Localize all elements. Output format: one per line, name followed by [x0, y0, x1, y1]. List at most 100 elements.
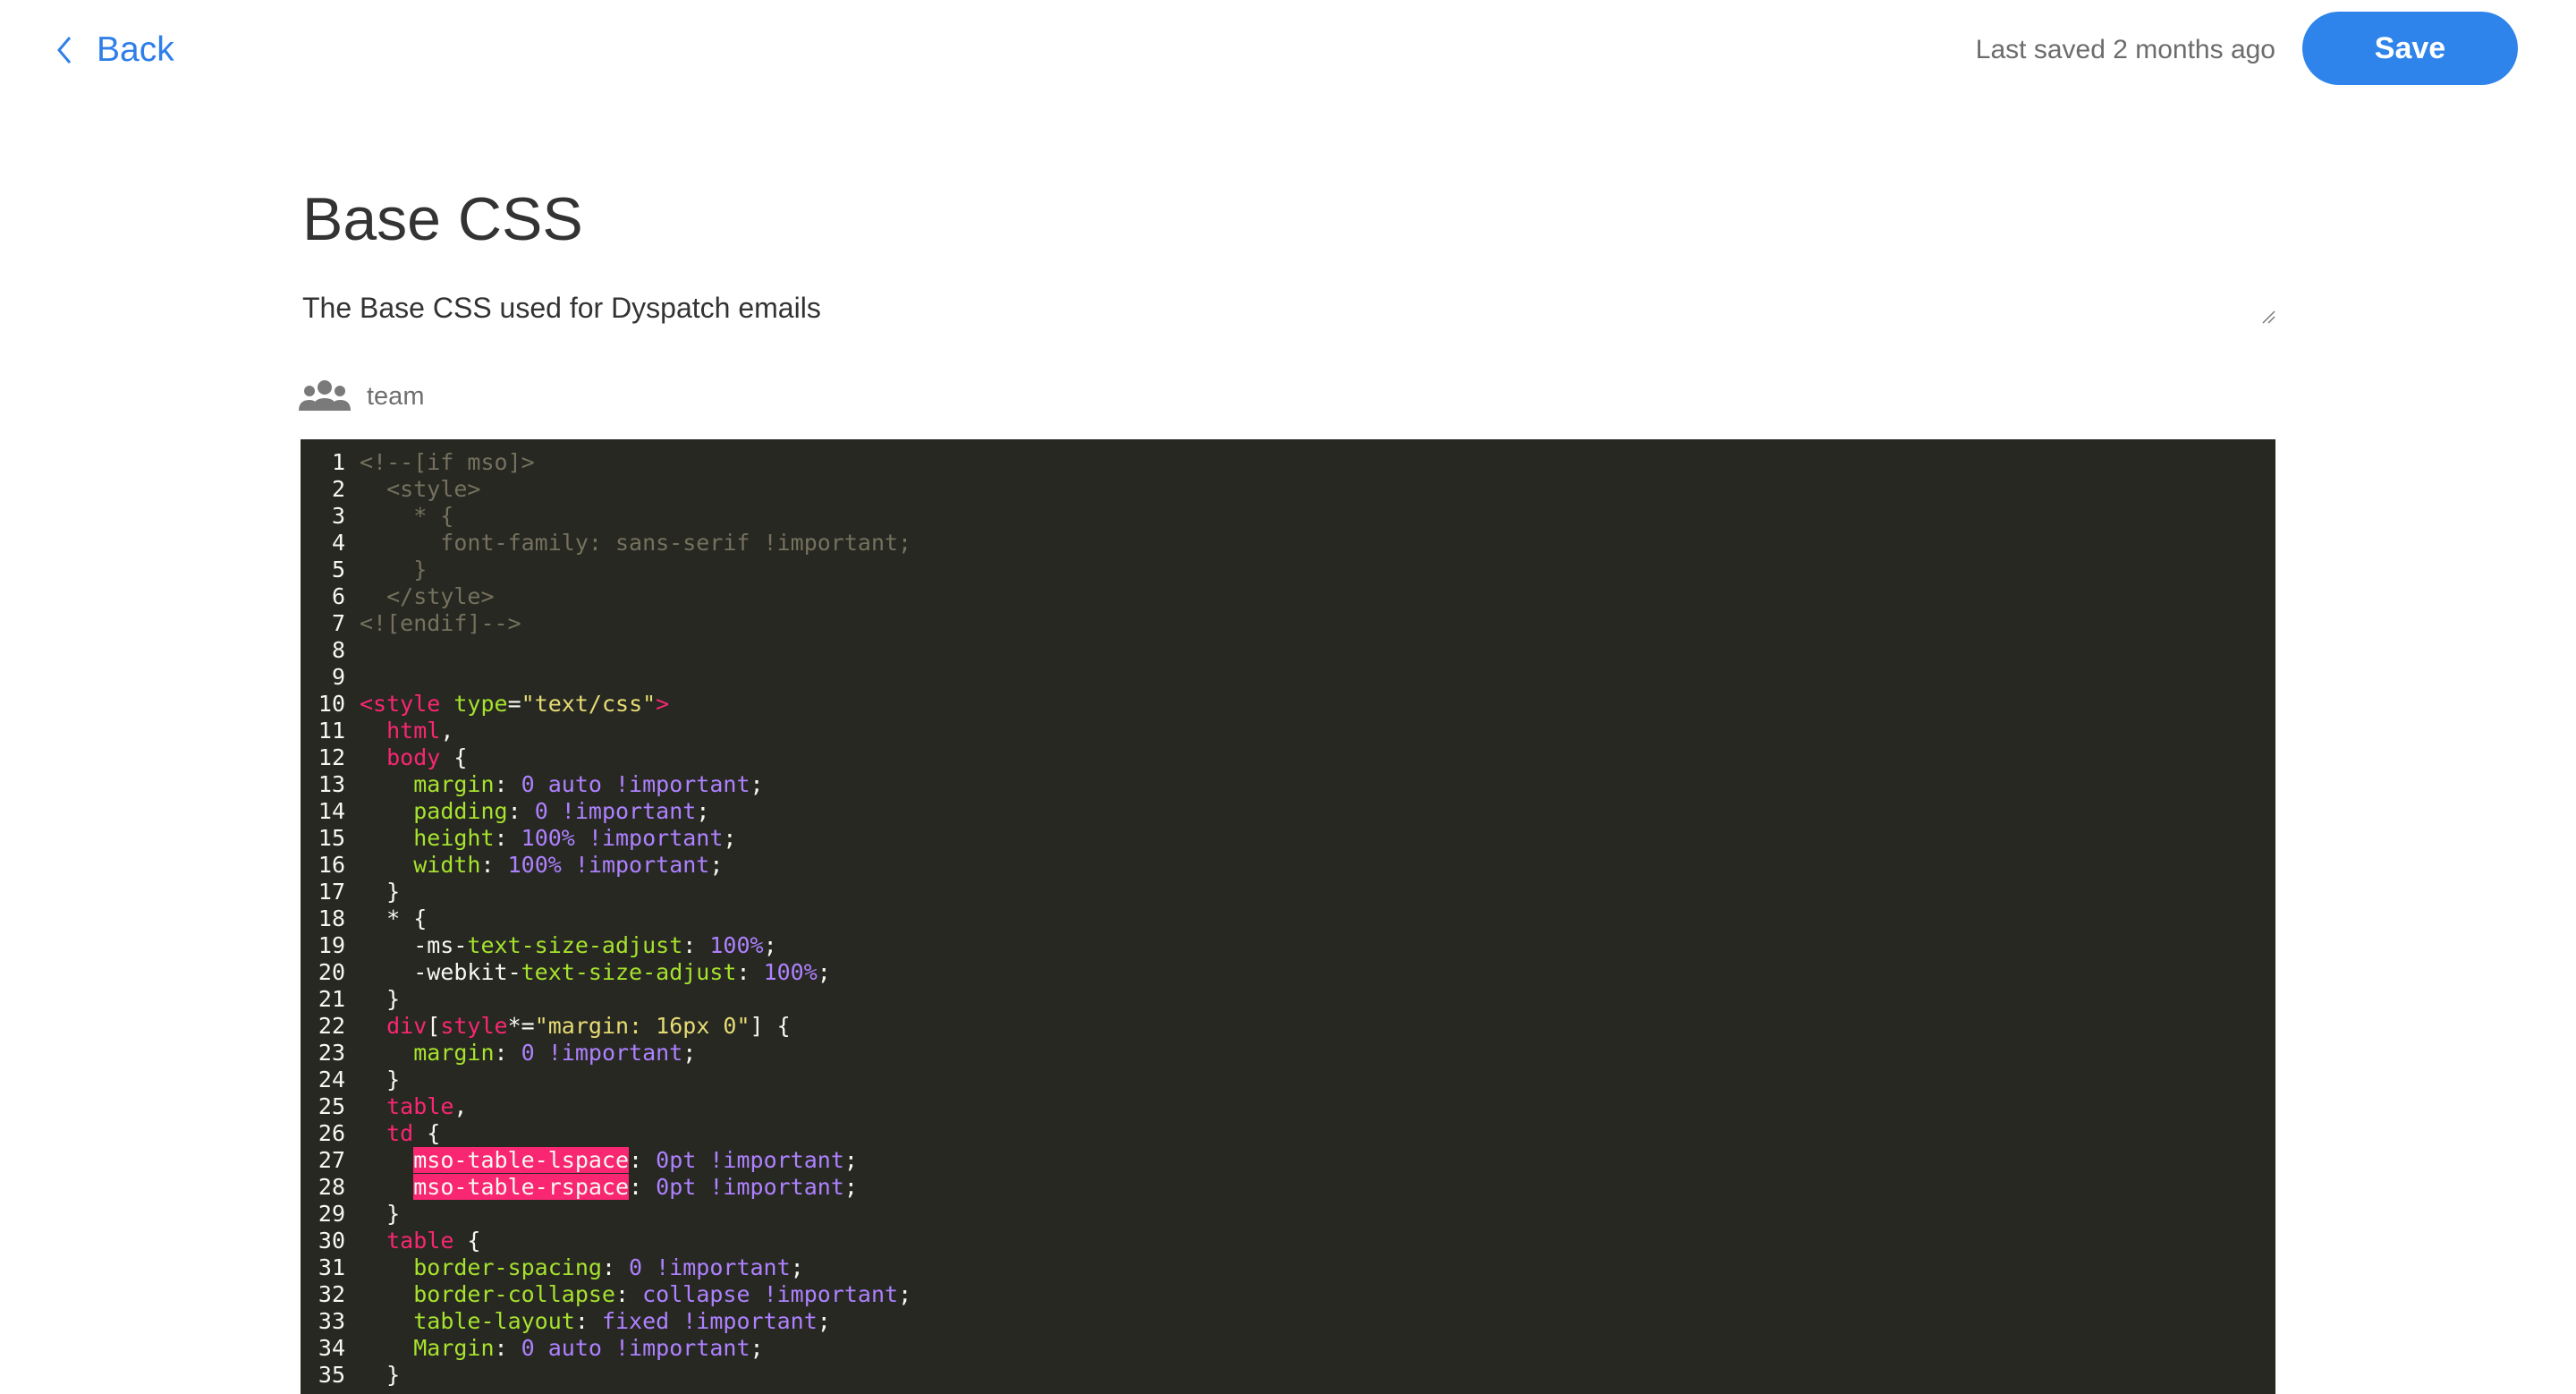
code-token: body: [386, 744, 441, 770]
line-number: 24: [318, 1067, 345, 1092]
code-token: ;: [750, 771, 764, 797]
line-text: table {: [360, 1228, 480, 1254]
code-line: 15 height: 100% !important;: [301, 825, 2275, 852]
line-number: 3: [331, 503, 345, 529]
code-token: ;: [843, 1147, 858, 1173]
line-text: }: [360, 1362, 400, 1389]
code-line: 19 -ms-text-size-adjust: 100%;: [301, 932, 2275, 959]
line-number: 8: [331, 637, 345, 663]
code-token: }: [360, 557, 428, 582]
code-token: style: [440, 1013, 508, 1039]
code-token: ;: [696, 798, 710, 824]
code-token: =: [507, 691, 521, 717]
code-editor[interactable]: 1 <!--[if mso]> 2 <style> 3 * {4 font-famil…: [301, 439, 2275, 1394]
code-token: 0pt !important: [656, 1174, 844, 1200]
code-line: 35 }: [301, 1362, 2275, 1389]
code-line: 26 td {: [301, 1120, 2275, 1147]
code-token: {: [413, 1120, 441, 1146]
line-number: 17: [318, 879, 345, 905]
code-token: type: [453, 691, 508, 717]
line-text: }: [360, 986, 400, 1013]
code-token: ;: [763, 932, 777, 958]
code-line: 24 }: [301, 1067, 2275, 1093]
back-label: Back: [97, 30, 174, 69]
code-token: [: [427, 1013, 441, 1039]
code-token: :: [682, 932, 710, 958]
code-line: 13 margin: 0 auto !important;: [301, 771, 2275, 798]
code-line: 31 border-spacing: 0 !important;: [301, 1254, 2275, 1281]
code-token: <!--[if mso]>: [360, 449, 535, 475]
line-text: * {: [360, 905, 427, 932]
line-text: mso-table-rspace: 0pt !important;: [360, 1174, 858, 1201]
line-text: height: 100% !important;: [360, 825, 736, 852]
code-line: 3 * {: [301, 503, 2275, 530]
code-token: table-layout: [413, 1308, 575, 1334]
line-text: * {: [360, 503, 453, 530]
code-token: 100% !important: [521, 825, 724, 851]
code-token: }: [360, 1362, 401, 1388]
code-token: ;: [817, 1308, 831, 1334]
code-token: ;: [898, 1281, 912, 1307]
code-token: ;: [843, 1174, 858, 1200]
code-token: >: [656, 691, 670, 717]
line-number: 6: [331, 583, 345, 609]
code-token: fixed !important: [601, 1308, 818, 1334]
code-token: <![endif]-->: [360, 610, 521, 636]
line-number: 27: [318, 1147, 345, 1173]
line-text: margin: 0 !important;: [360, 1040, 696, 1067]
code-token: width: [413, 852, 481, 878]
description-field[interactable]: The Base CSS used for Dyspatch emails: [302, 285, 2275, 331]
code-token: text-size-adjust: [467, 932, 683, 958]
resize-handle-icon[interactable]: [2261, 310, 2275, 324]
code-token: -webkit-: [360, 959, 521, 985]
code-token: ;: [723, 825, 737, 851]
code-line: 14 padding: 0 !important;: [301, 798, 2275, 825]
line-text: table-layout: fixed !important;: [360, 1308, 831, 1335]
code-token: :: [480, 852, 508, 878]
code-token: table: [386, 1228, 454, 1254]
line-number: 1: [331, 449, 345, 475]
code-token: :: [615, 1281, 643, 1307]
code-token: :: [736, 959, 764, 985]
code-token: :: [494, 825, 521, 851]
code-line: 30 table {: [301, 1228, 2275, 1254]
back-link[interactable]: Back: [54, 25, 174, 75]
code-token: {: [453, 1228, 481, 1254]
code-line: 6 </style>: [301, 583, 2275, 610]
code-token: 0pt !important: [656, 1147, 844, 1173]
code-token: }: [360, 879, 401, 905]
code-token: ,: [453, 1093, 468, 1119]
code-line: 28 mso-table-rspace: 0pt !important;: [301, 1174, 2275, 1201]
line-number: 9: [331, 664, 345, 690]
last-saved-status: Last saved 2 months ago: [1975, 35, 2275, 64]
code-token: <style: [360, 691, 441, 717]
code-token: :: [494, 771, 521, 797]
code-line: 12 body {: [301, 744, 2275, 771]
code-token: :: [507, 798, 535, 824]
code-token: 100%: [709, 932, 764, 958]
line-number: 4: [331, 530, 345, 556]
code-token: ;: [750, 1335, 764, 1361]
line-text: body {: [360, 744, 467, 771]
code-token: 0 !important: [521, 1040, 683, 1066]
line-number: 21: [318, 986, 345, 1012]
code-token: </style>: [360, 583, 495, 609]
code-line: 21 }: [301, 986, 2275, 1013]
code-token: html: [386, 718, 441, 744]
code-token: 0 auto !important: [521, 771, 750, 797]
line-number: 11: [318, 718, 345, 744]
page-title[interactable]: Base CSS: [302, 183, 583, 255]
line-text: }: [360, 879, 400, 905]
save-button[interactable]: Save: [2302, 12, 2518, 85]
code-token: 0 auto !important: [521, 1335, 750, 1361]
line-number: 28: [318, 1174, 345, 1200]
code-token: border-collapse: [413, 1281, 615, 1307]
